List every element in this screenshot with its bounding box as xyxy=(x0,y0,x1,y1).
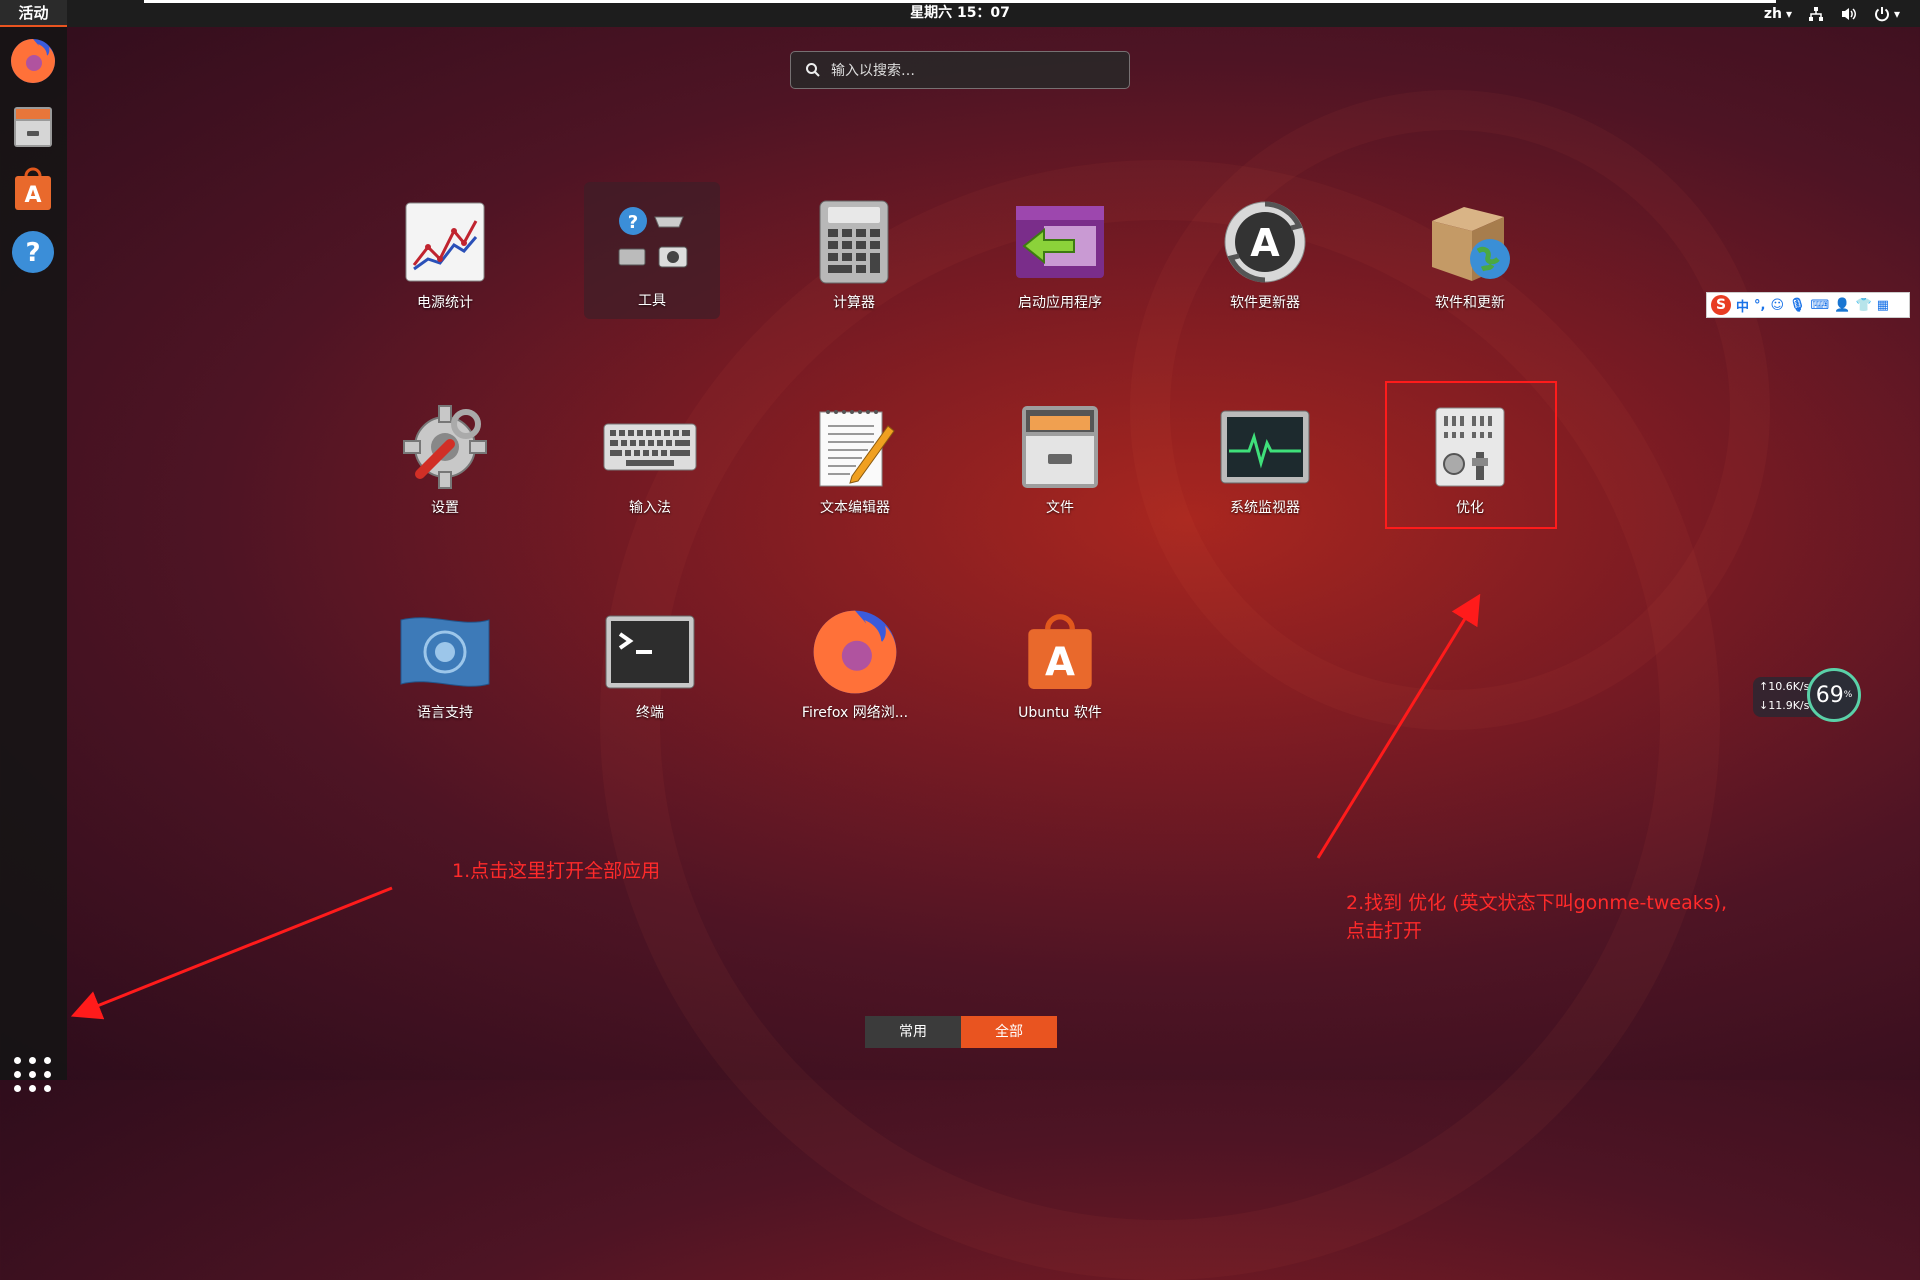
annotation-step-2-line1: 2.找到 优化 (英文状态下叫gonme-tweaks), xyxy=(1346,892,1728,914)
punctuation-icon[interactable]: °, xyxy=(1754,298,1765,313)
ime-mode-chinese[interactable]: 中 xyxy=(1736,296,1749,315)
annotation-step-2-line2: 点击打开 xyxy=(1346,920,1423,942)
menu-grid-icon[interactable]: ▦ xyxy=(1877,298,1889,313)
arrow-to-tweaks xyxy=(1316,593,1481,859)
sogou-logo-icon: S xyxy=(1711,295,1731,315)
skin-icon[interactable]: 👕 xyxy=(1856,298,1872,313)
keyboard-icon[interactable]: ⌨ xyxy=(1811,298,1830,313)
arrow-to-apps-button xyxy=(70,886,393,1020)
network-speed-widget[interactable]: ↑10.6K/s ↓11.9K/s 69% xyxy=(1753,668,1863,724)
user-icon[interactable]: 👤 xyxy=(1834,298,1850,313)
memory-usage-circle: 69% xyxy=(1807,668,1861,722)
annotation-step-2: 2.找到 优化 (英文状态下叫gonme-tweaks), 点击打开 xyxy=(1346,889,1727,945)
ime-toolbar[interactable]: S 中 °, ☺ 🎙 ⌨ 👤 👕 ▦ xyxy=(1706,292,1910,318)
annotation-step-1: 1.点击这里打开全部应用 xyxy=(452,860,661,882)
percent-unit: % xyxy=(1843,690,1853,700)
emoji-icon[interactable]: ☺ xyxy=(1770,298,1784,313)
microphone-icon[interactable]: 🎙 xyxy=(1789,298,1806,313)
memory-percent: 69 xyxy=(1815,682,1844,708)
